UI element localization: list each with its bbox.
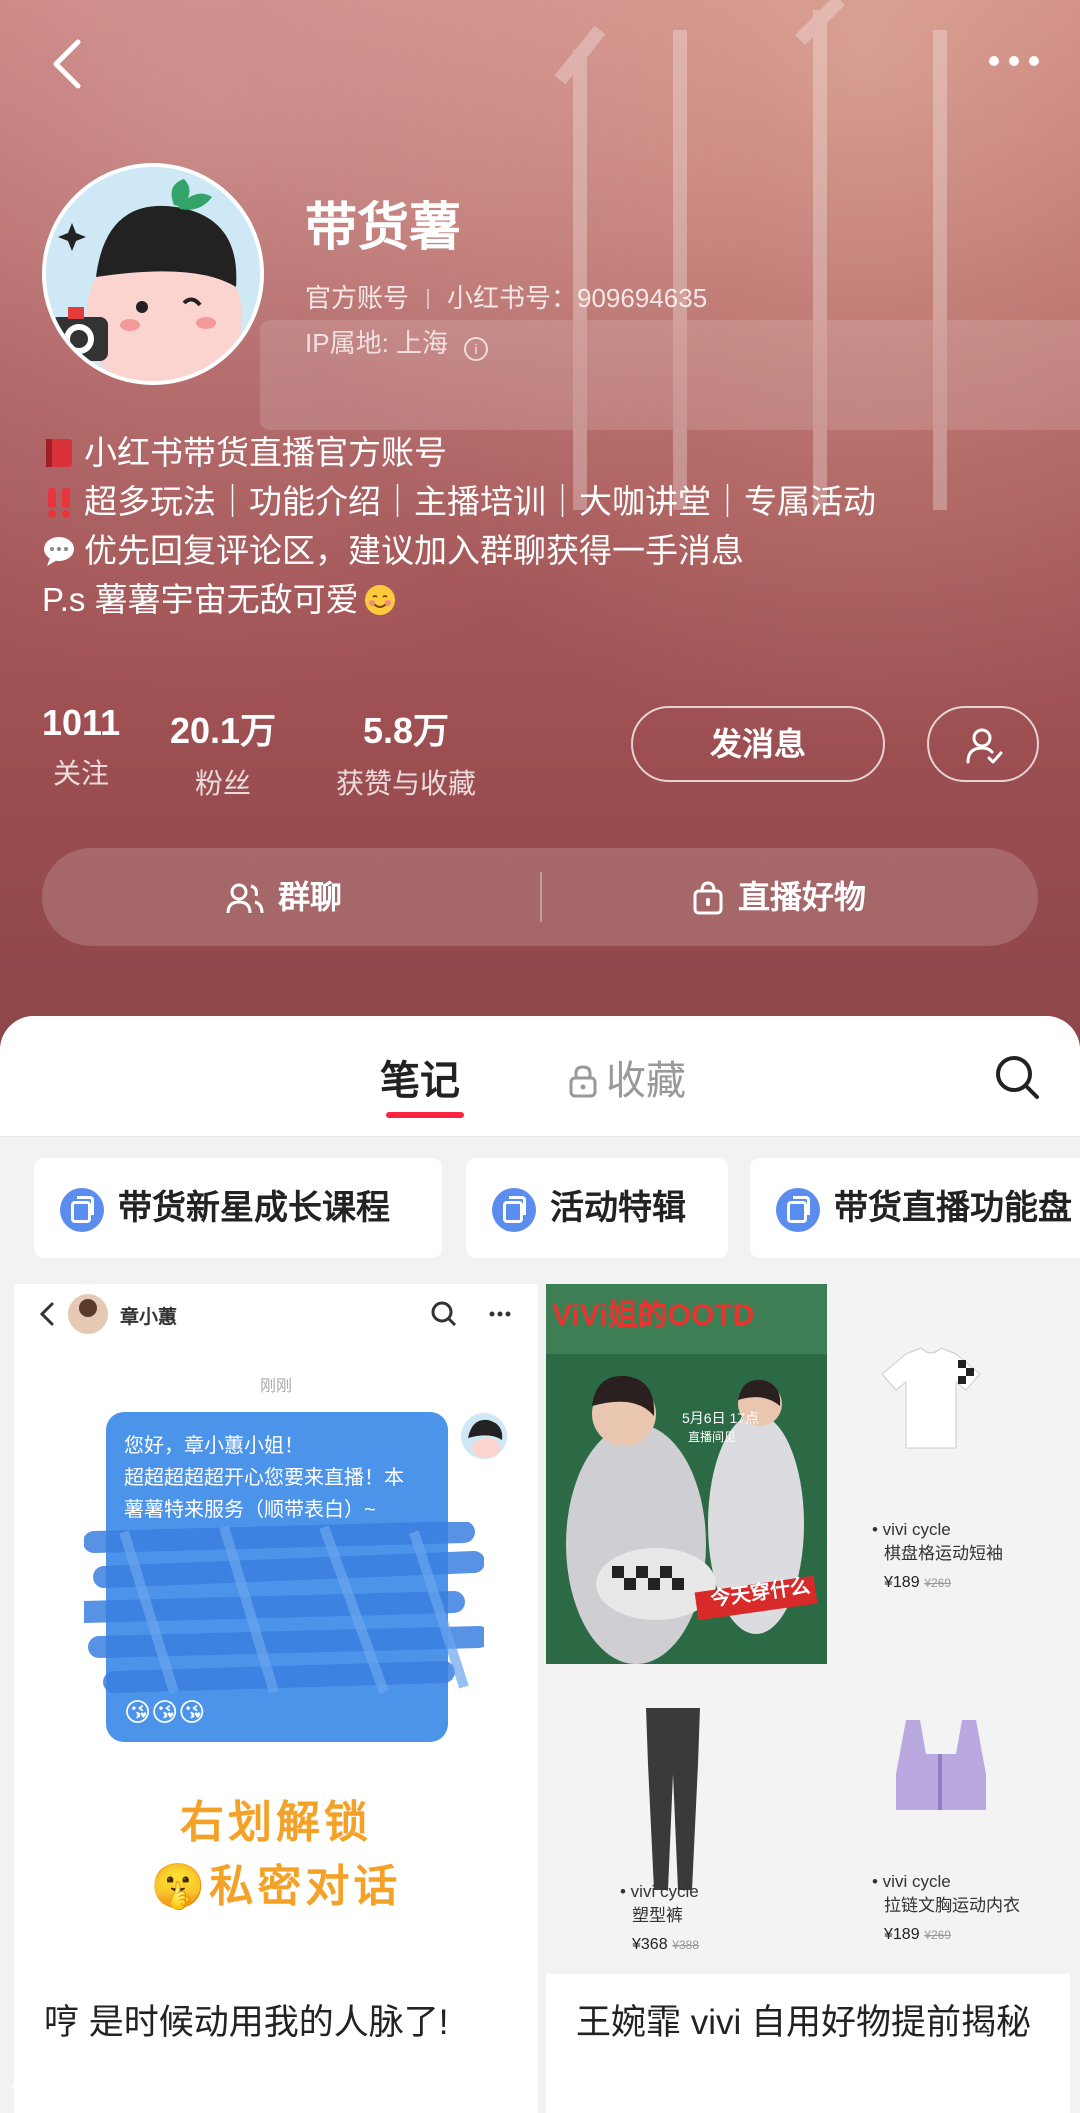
secret-chat-caption: 🤫私密对话 <box>150 1862 402 1911</box>
group-icon <box>226 883 264 914</box>
note-cover-chat: 章小蕙 刚刚 您好，章小蕙小姐！ 超超超超超开心您要来直播！本 薯薯特来服务（顺… <box>14 1284 538 1974</box>
product-image-leggings <box>646 1708 700 1890</box>
official-badge: 官方账号 <box>305 283 410 313</box>
double-exclamation-icon <box>48 488 70 518</box>
tab-favorites[interactable]: 收藏 <box>568 1048 686 1106</box>
note-title: 哼 是时候动用我的人脉了! <box>44 2003 449 2042</box>
search-icon[interactable] <box>994 1054 1040 1100</box>
profile-bio: 小红书带货直播官方账号 超多玩法｜功能介绍｜主播培训｜大咖讲堂｜专属活动 优先回… <box>42 428 1042 624</box>
sender-avatar <box>461 1413 507 1459</box>
active-tab-indicator <box>386 1112 464 1118</box>
product-label: • vivi cycle 棋盘格运动短袖 ¥189 ¥269 <box>872 1520 1003 1591</box>
collection-icon <box>60 1188 104 1232</box>
content-sheet: 笔记 收藏 带货新星成长课程 活动特辑 带货直播功能盘 章小蕙 刚刚 您好，章小… <box>0 1016 1080 2113</box>
shushing-face-icon: 🤫 <box>150 1862 210 1911</box>
bio-line: P.s 薯薯宇宙无敌可爱 <box>42 575 1042 624</box>
stat-following[interactable]: 1011 关注 <box>42 702 120 792</box>
meta-divider <box>427 289 430 309</box>
more-options-icon[interactable] <box>984 46 1044 76</box>
product-label: • vivi cycle 塑型裤 ¥368 ¥388 <box>620 1882 700 1953</box>
profile-name: 带货薯 <box>305 199 462 257</box>
ootd-poster: ViVi姐的OOTD 5月6日 17点 直播间见 今天穿什么 <box>546 1284 827 1664</box>
bio-line: 小红书带货直播官方账号 <box>42 428 1042 477</box>
back-icon[interactable] <box>44 36 88 92</box>
poster-subtitle: 直播间见 <box>688 1430 737 1444</box>
collection-chip[interactable]: 活动特辑 <box>466 1158 728 1258</box>
ip-location: IP属地: 上海 i <box>305 323 489 361</box>
action-divider <box>540 872 542 922</box>
profile-action-bar: 群聊 直播好物 <box>42 848 1038 946</box>
profile-header: 带货薯 官方账号 小红书号：909694635 IP属地: 上海 i 小红书带货直播… <box>0 0 1080 1050</box>
bio-line: 优先回复评论区，建议加入群聊获得一手消息 <box>42 526 1042 575</box>
poster-title: ViVi姐的OOTD <box>552 1299 755 1332</box>
chat-contact-name: 章小蕙 <box>120 1307 178 1328</box>
note-card[interactable]: ViVi姐的OOTD 5月6日 17点 直播间见 今天穿什么 • vivi cy… <box>546 1284 1070 2113</box>
user-check-icon <box>966 728 1003 764</box>
group-chat-button[interactable]: 群聊 <box>226 848 342 946</box>
profile-id[interactable]: 小红书号：909694635 <box>447 283 707 313</box>
bio-line: 超多玩法｜功能介绍｜主播培训｜大咖讲堂｜专属活动 <box>42 477 1042 526</box>
product-image-sports-bra <box>896 1720 986 1810</box>
shopping-bag-icon <box>693 881 723 915</box>
note-cover-products: ViVi姐的OOTD 5月6日 17点 直播间见 今天穿什么 • vivi cy… <box>546 1284 1070 1974</box>
following-button[interactable] <box>927 706 1039 782</box>
smiling-face-icon <box>364 585 395 615</box>
poster-art <box>546 1284 827 1664</box>
chat-time: 刚刚 <box>259 1378 292 1395</box>
collection-chip[interactable]: 带货新星成长课程 <box>34 1158 442 1258</box>
profile-tabs: 笔记 收藏 <box>0 1016 1080 1137</box>
collection-icon <box>776 1188 820 1232</box>
collections-row: 带货新星成长课程 活动特辑 带货直播功能盘 <box>0 1158 1080 1258</box>
product-label: • vivi cycle 拉链文胸运动内衣 ¥189 ¥269 <box>872 1872 1020 1943</box>
stat-followers[interactable]: 20.1万 粉丝 <box>170 702 276 802</box>
collection-chip[interactable]: 带货直播功能盘 <box>750 1158 1080 1258</box>
avatar[interactable] <box>42 163 264 385</box>
avatar-illustration <box>46 167 260 381</box>
live-goods-button[interactable]: 直播好物 <box>692 848 866 946</box>
redacted-scribble <box>84 1522 484 1694</box>
product-image-tshirt <box>881 1347 981 1449</box>
unlock-caption: 右划解锁 <box>180 1798 372 1847</box>
note-card[interactable]: 章小蕙 刚刚 您好，章小蕙小姐！ 超超超超超开心您要来直播！本 薯薯特来服务（顺… <box>14 1284 538 2113</box>
chat-header <box>39 1294 511 1334</box>
collection-icon <box>492 1188 536 1232</box>
stat-likes-collections[interactable]: 5.8万 获赞与收藏 <box>336 702 476 802</box>
profile-meta: 官方账号 小红书号：909694635 <box>305 278 707 315</box>
tab-notes[interactable]: 笔记 <box>380 1048 460 1106</box>
poster-date: 5月6日 17点 <box>682 1410 760 1426</box>
send-message-button[interactable]: 发消息 <box>631 706 885 782</box>
lock-icon <box>569 1065 597 1098</box>
speech-bubble-icon <box>44 537 74 566</box>
info-icon[interactable]: i <box>464 337 489 361</box>
watermark-text: 飞瓜跨境 <box>10 2083 99 2108</box>
red-book-icon <box>46 439 72 467</box>
note-title: 王婉霏 vivi 自用好物提前揭秘 <box>576 2003 1032 2042</box>
ip-location-text: IP属地: 上海 <box>305 328 449 358</box>
